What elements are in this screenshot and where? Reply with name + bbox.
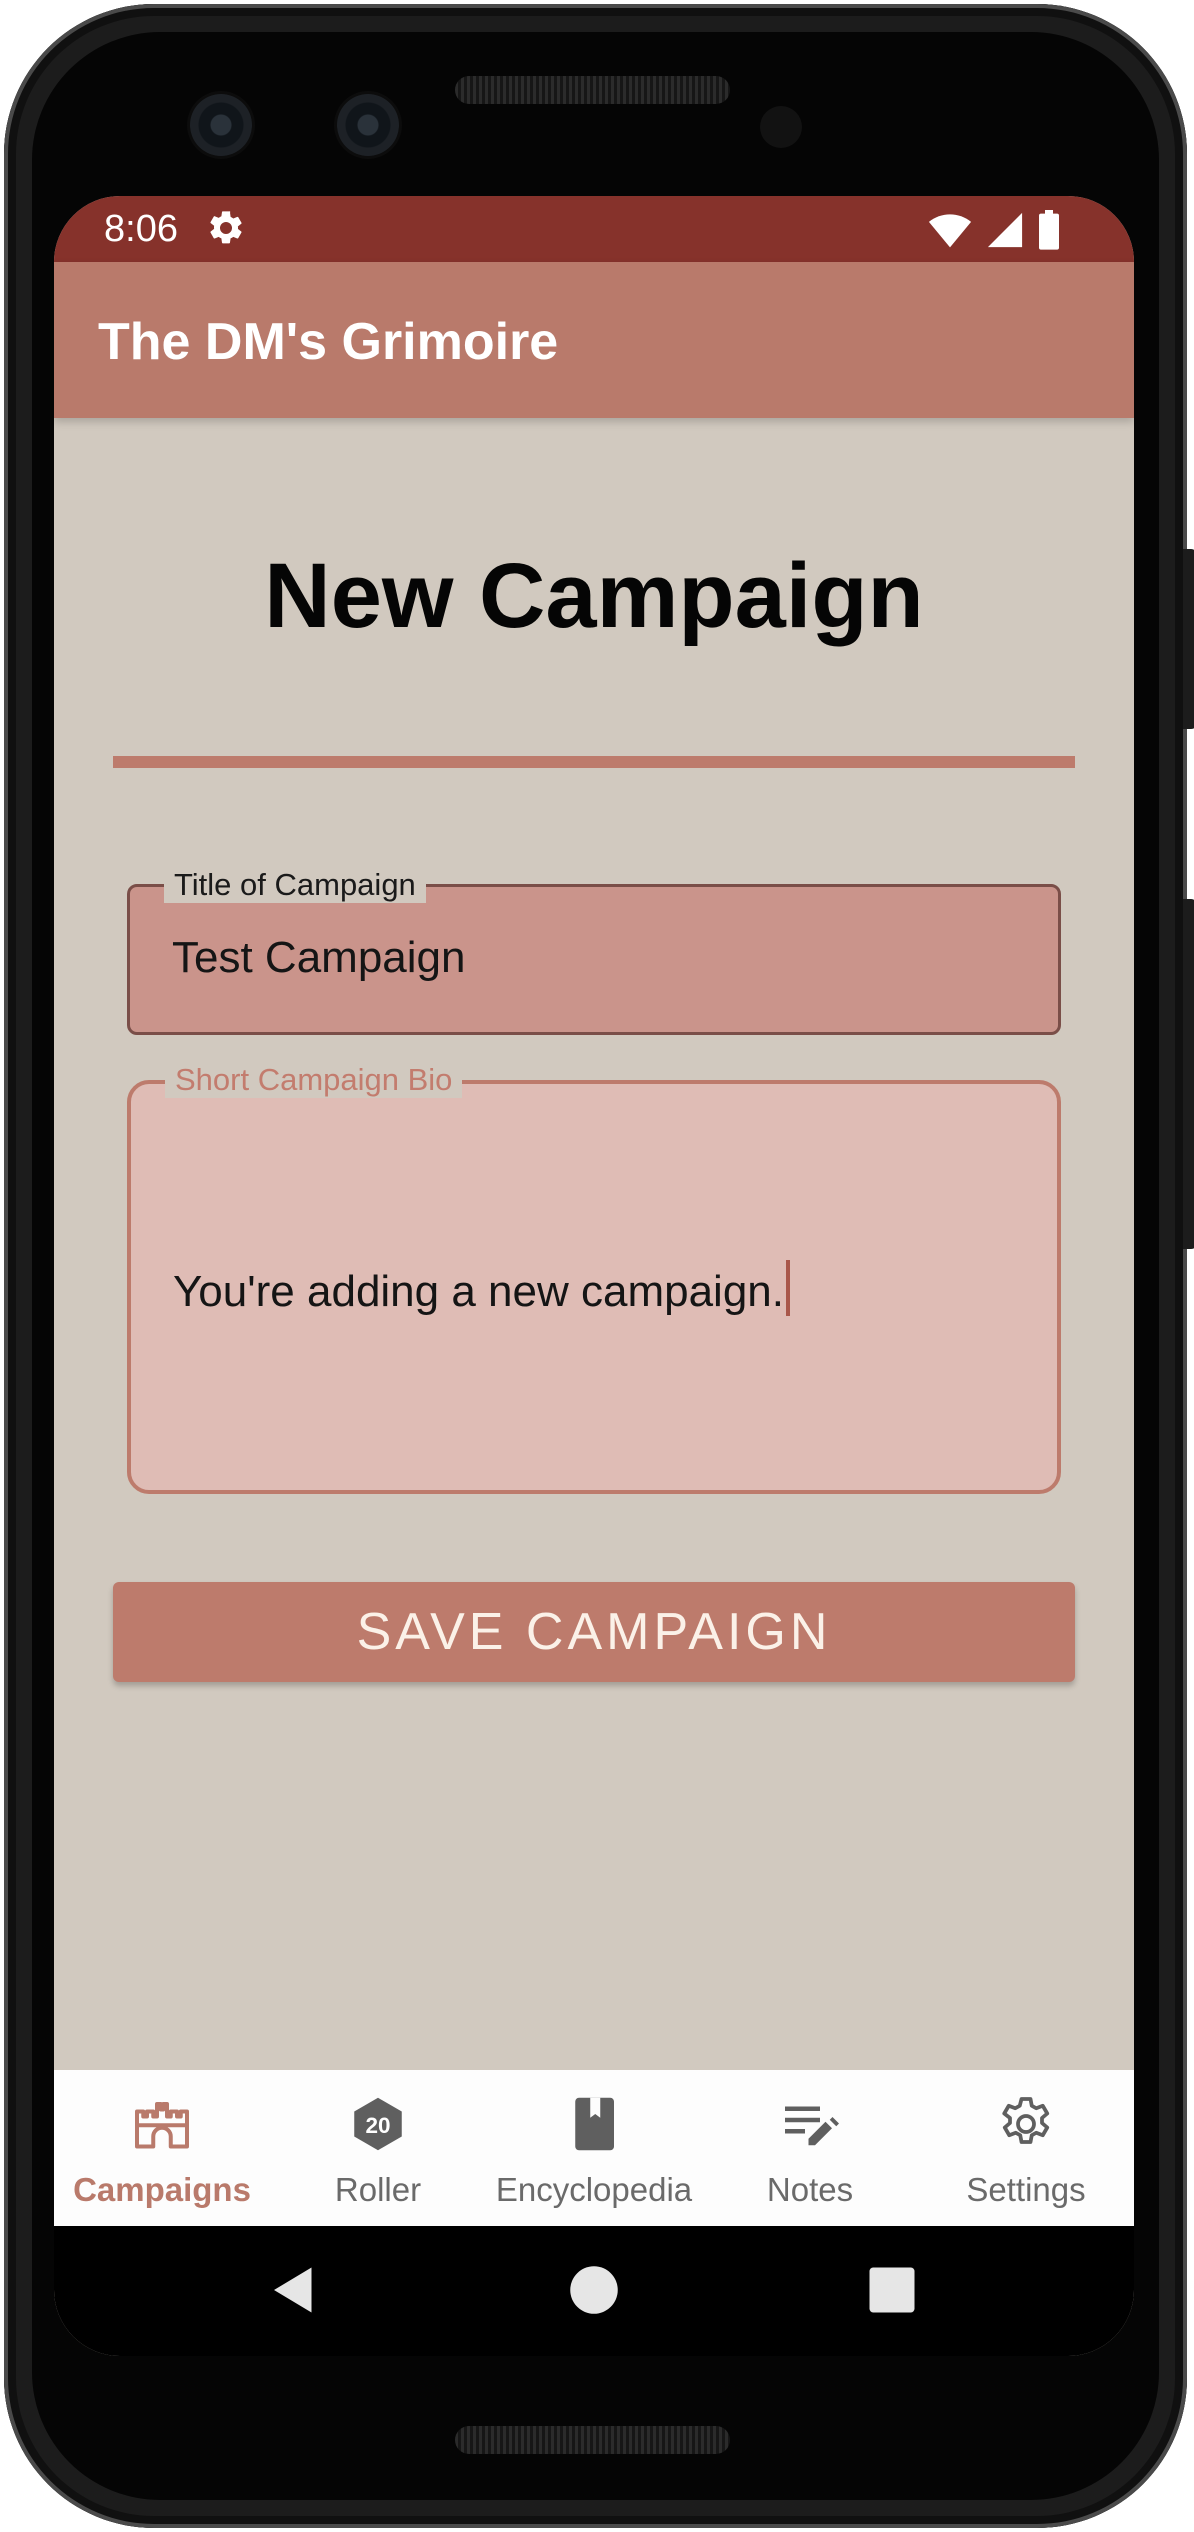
status-time: 8:06 (104, 208, 178, 250)
screen: 8:06 The DM's Grimoire New Campaign Titl… (54, 196, 1134, 2356)
bottom-navigation: Campaigns 20 Roller Encyclopedia Notes S… (54, 2070, 1134, 2226)
nav-item-notes[interactable]: Notes (702, 2070, 918, 2226)
gear-icon (210, 211, 242, 244)
power-button (1183, 549, 1194, 729)
nav-item-campaigns[interactable]: Campaigns (54, 2070, 270, 2226)
earpiece-speaker (455, 76, 730, 104)
nav-label-settings: Settings (966, 2171, 1086, 2208)
nav-item-settings[interactable]: Settings (918, 2070, 1134, 2226)
wifi-icon (928, 214, 972, 248)
cell-signal-icon (987, 212, 1023, 248)
d20-badge: 20 (365, 2113, 390, 2138)
book-icon (575, 2097, 614, 2151)
campaign-bio-input-wrap[interactable]: You're adding a new campaign. (173, 1260, 790, 1318)
save-campaign-button[interactable]: SAVE CAMPAIGN (113, 1582, 1075, 1682)
d20-icon: 20 (354, 2097, 402, 2151)
volume-rocker (1183, 899, 1194, 1249)
recent-apps-icon[interactable] (862, 2260, 922, 2320)
gear-icon (1002, 2097, 1050, 2144)
front-camera-icon (190, 94, 252, 156)
text-cursor (786, 1260, 790, 1316)
notes-icon (785, 2106, 839, 2146)
nav-label-notes: Notes (766, 2171, 854, 2208)
campaign-bio-label: Short Campaign Bio (165, 1062, 463, 1098)
campaign-bio-input[interactable]: You're adding a new campaign. (173, 1267, 784, 1316)
page-title: New Campaign (264, 545, 924, 647)
campaign-bio-field[interactable]: Short Campaign Bio You're adding a new c… (127, 1062, 1061, 1494)
back-icon[interactable] (264, 2260, 324, 2320)
campaign-title-input[interactable]: Test Campaign (172, 932, 465, 984)
castle-icon (135, 2102, 189, 2149)
nav-item-roller[interactable]: 20 Roller (270, 2070, 486, 2226)
proximity-sensor (760, 106, 802, 148)
app-title: The DM's Grimoire (98, 313, 559, 371)
campaign-title-label: Title of Campaign (164, 867, 426, 903)
front-camera-icon (337, 94, 399, 156)
nav-item-encyclopedia[interactable]: Encyclopedia (486, 2070, 702, 2226)
status-icons (928, 210, 1060, 250)
nav-label-campaigns: Campaigns (73, 2171, 251, 2208)
nav-label-encyclopedia: Encyclopedia (495, 2171, 693, 2208)
battery-icon (1039, 210, 1059, 250)
bottom-speaker (455, 2426, 730, 2454)
status-bar: 8:06 (54, 196, 1134, 262)
app-bar: The DM's Grimoire (54, 262, 1134, 418)
title-divider (113, 756, 1075, 768)
home-icon[interactable] (564, 2260, 624, 2320)
system-navigation-bar (54, 2226, 1134, 2356)
nav-label-roller: Roller (334, 2171, 422, 2208)
campaign-title-field[interactable]: Title of Campaign Test Campaign (127, 867, 1061, 1035)
